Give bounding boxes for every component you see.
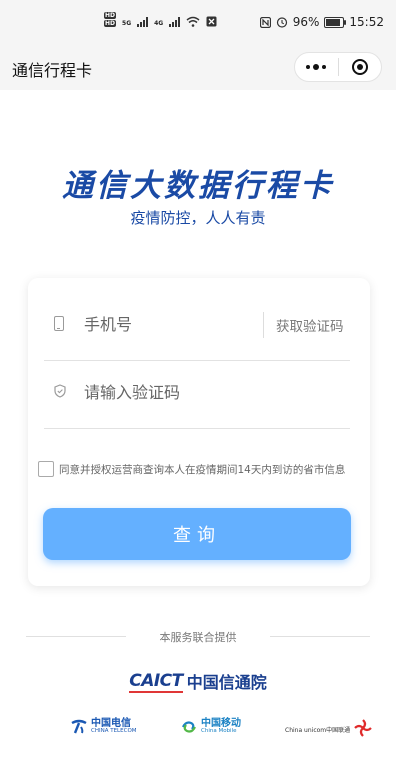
mobile-en-text: China Mobile: [201, 728, 237, 735]
battery-percent: 96%: [292, 15, 320, 29]
hero-title: 通信大数据行程卡: [62, 168, 334, 204]
signal-icon: [137, 17, 149, 27]
agreement-checkbox[interactable]: [38, 461, 54, 477]
phone-input[interactable]: [84, 312, 254, 336]
footer-divider-right: [270, 636, 370, 637]
code-input[interactable]: [84, 380, 324, 404]
nfc-icon: [259, 16, 271, 28]
phone-icon: [54, 316, 66, 332]
page-title: 通信行程卡: [12, 61, 93, 80]
status-bar: HD HD 5G 4G 96% 15:52: [0, 0, 396, 44]
status-right: 96% 15:52: [259, 15, 384, 29]
phone-row: 获取验证码: [44, 290, 350, 361]
network-5g-label: 5G: [122, 20, 132, 27]
caict-en-text: CAICT: [129, 671, 183, 693]
china-telecom-icon: [71, 719, 87, 734]
more-button[interactable]: [295, 53, 338, 81]
alarm-icon: [276, 17, 287, 28]
close-target-icon: [351, 59, 368, 75]
shield-icon: [54, 384, 66, 400]
agreement-row: 同意并授权运营商查询本人在疫情期间14天内到访的省市信息: [38, 460, 368, 478]
mini-program-capsule: [294, 52, 382, 82]
close-button[interactable]: [338, 53, 381, 81]
hd-icon: HD HD: [104, 12, 117, 27]
caict-logo: CAICT 中国信通院: [0, 669, 396, 693]
query-button[interactable]: 查询: [43, 508, 351, 560]
battery-icon: [324, 16, 347, 28]
login-card: 获取验证码 同意并授权运营商查询本人在疫情期间14天内到访的省市信息 查询: [28, 278, 370, 586]
operator-logos: 中国电信 CHINA TELECOM 中国移动 China Mobile Chi…: [0, 718, 396, 748]
notification-icon: [206, 16, 217, 27]
telecom-en-text: CHINA TELECOM: [91, 728, 137, 735]
provided-by-text: 本服务联合提供: [159, 631, 237, 644]
clock: 15:52: [349, 15, 384, 29]
unicom-text: China unicom中国联通: [285, 727, 351, 734]
hero-subtitle: 疫情防控，人人有责: [130, 209, 266, 227]
agreement-text: 同意并授权运营商查询本人在疫情期间14天内到访的省市信息: [59, 463, 346, 476]
more-icon: [306, 64, 327, 70]
china-telecom-logo: 中国电信 CHINA TELECOM: [70, 718, 137, 736]
china-mobile-icon: [182, 721, 196, 733]
nav-bar: 通信行程卡: [0, 44, 396, 90]
code-row: [44, 358, 350, 429]
china-mobile-logo: 中国移动 China Mobile: [180, 718, 241, 736]
wifi-icon: [186, 16, 200, 27]
caict-cn-text: 中国信通院: [186, 673, 267, 692]
china-unicom-icon: [354, 719, 372, 737]
network-4g-label: 4G: [154, 20, 164, 27]
china-unicom-logo: China unicom中国联通: [285, 718, 373, 738]
get-code-button[interactable]: 获取验证码: [276, 315, 344, 335]
input-divider: [263, 312, 264, 338]
status-left: HD HD 5G 4G: [104, 12, 217, 27]
signal-icon: [169, 17, 181, 27]
